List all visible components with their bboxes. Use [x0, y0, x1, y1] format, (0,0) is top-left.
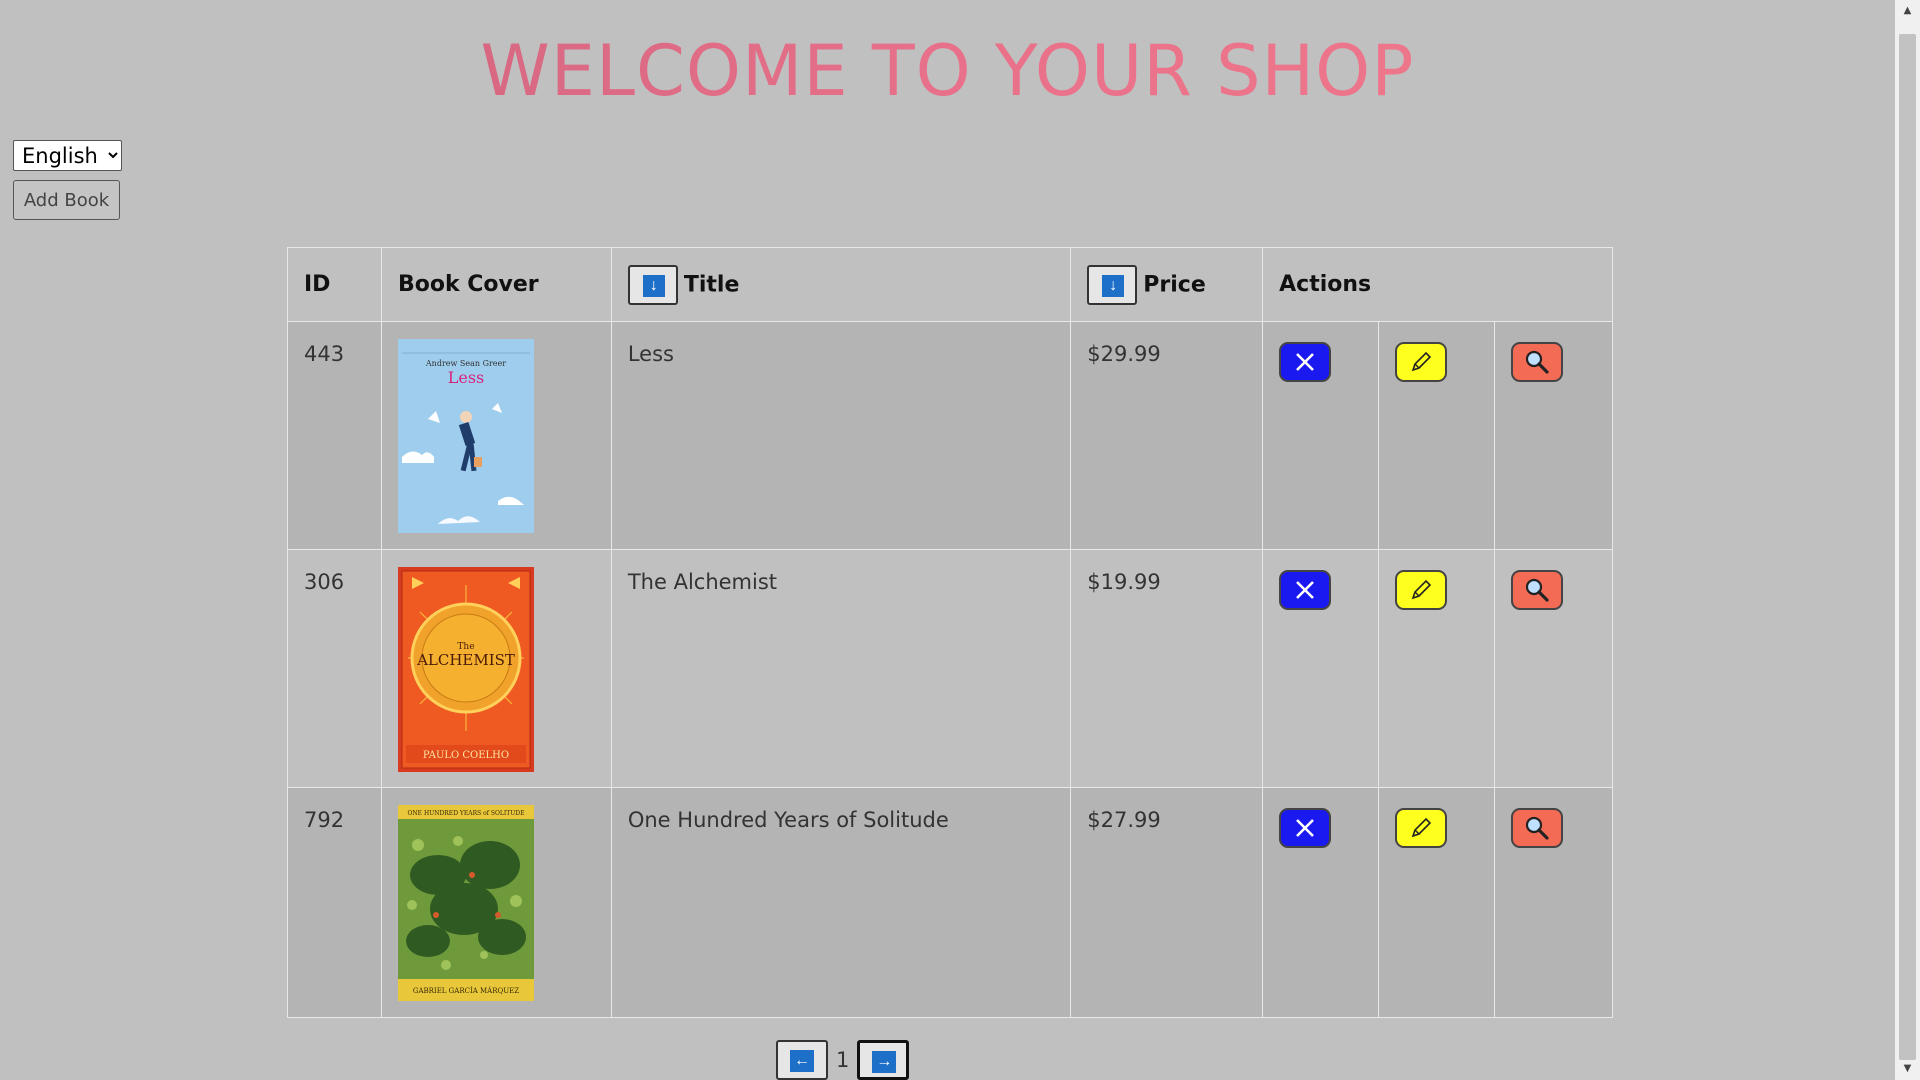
cell-action-view: [1494, 787, 1613, 1018]
cell-id: 306: [287, 549, 382, 788]
cover-title: ONE HUNDRED YEARS of SOLITUDE: [407, 810, 524, 817]
header-cover: Book Cover: [380, 247, 612, 322]
view-button[interactable]: [1511, 570, 1563, 610]
language-select[interactable]: English: [13, 140, 122, 171]
cell-cover: ONE HUNDRED YEARS of SOLITUDE GABRIEL GA…: [380, 787, 612, 1018]
cell-id: 792: [287, 787, 382, 1018]
sort-price-button[interactable]: ↓: [1087, 264, 1138, 305]
cell-cover: Andrew Sean Greer Less: [380, 321, 612, 550]
cell-action-delete: [1262, 787, 1380, 1018]
cover-title: Less: [448, 368, 485, 387]
cell-title: Less: [610, 321, 1072, 550]
table-row: 792 ONE HUNDRED YEARS of SOLITUDE GABRIE…: [287, 787, 1613, 1018]
arrow-down-icon: ↓: [1102, 274, 1125, 297]
page: WELCOME TO YOUR SHOP English Add Book ID…: [0, 0, 1920, 1080]
cell-action-delete: [1262, 321, 1380, 550]
cell-action-edit: [1378, 787, 1495, 1018]
next-page-button[interactable]: →: [857, 1040, 910, 1080]
cell-action-delete: [1262, 549, 1380, 788]
page-title: WELCOME TO YOUR SHOP: [0, 30, 1895, 112]
arrow-down-icon: ↓: [642, 274, 665, 297]
cell-price: $27.99: [1070, 787, 1264, 1018]
book-cover-less: Andrew Sean Greer Less: [397, 339, 534, 533]
cell-action-edit: [1378, 549, 1495, 788]
close-icon: [1296, 353, 1315, 371]
header-title-label: Title: [683, 272, 740, 297]
view-button[interactable]: [1511, 342, 1563, 382]
arrow-left-icon: ←: [790, 1050, 814, 1072]
edit-button[interactable]: [1395, 342, 1448, 382]
books-table: ID Book Cover ↓ Title ↓ Price Actions 44…: [287, 247, 1613, 1018]
header-id: ID: [287, 247, 382, 322]
cover-author: GABRIEL GARCÍA MÁRQUEZ: [413, 986, 519, 995]
cover-author: PAULO COELHO: [423, 750, 509, 761]
cell-action-edit: [1378, 321, 1495, 550]
cover-author: Andrew Sean Greer: [425, 359, 506, 368]
table-row: 306 The ALCHEMIST PAULO COELHO The Alche…: [287, 549, 1613, 788]
table-row: 443 Andrew Sean Greer Less Less $29.99: [287, 321, 1613, 550]
prev-page-button[interactable]: ←: [776, 1040, 828, 1080]
current-page: 1: [836, 1048, 850, 1072]
edit-button[interactable]: [1395, 808, 1448, 848]
cell-cover: The ALCHEMIST PAULO COELHO: [380, 549, 612, 788]
cell-id: 443: [287, 321, 382, 550]
magnifier-icon: [1525, 350, 1549, 374]
vertical-scrollbar[interactable]: ▲ ▼: [1895, 0, 1920, 1080]
scroll-up-icon[interactable]: ▲: [1895, 2, 1920, 20]
delete-button[interactable]: [1279, 808, 1332, 848]
scroll-thumb[interactable]: [1899, 34, 1916, 1060]
pencil-icon: [1411, 579, 1432, 600]
cell-title: One Hundred Years of Solitude: [610, 787, 1072, 1018]
magnifier-icon: [1525, 816, 1549, 840]
header-price: ↓ Price: [1070, 247, 1264, 322]
cell-price: $19.99: [1070, 549, 1264, 788]
delete-button[interactable]: [1279, 570, 1332, 610]
scroll-down-icon[interactable]: ▼: [1895, 1060, 1920, 1078]
sort-title-button[interactable]: ↓: [627, 264, 678, 305]
book-cover-solitude: ONE HUNDRED YEARS of SOLITUDE GABRIEL GA…: [397, 805, 534, 1001]
cell-price: $29.99: [1070, 321, 1264, 550]
cell-action-view: [1494, 321, 1613, 550]
pagination: ← 1 →: [776, 1040, 910, 1080]
pencil-icon: [1411, 351, 1432, 372]
book-cover-alchemist: The ALCHEMIST PAULO COELHO: [397, 567, 534, 772]
delete-button[interactable]: [1279, 342, 1332, 382]
close-icon: [1296, 581, 1315, 599]
pencil-icon: [1411, 817, 1432, 838]
header-price-label: Price: [1143, 272, 1206, 297]
add-book-button[interactable]: Add Book: [13, 180, 120, 220]
cell-action-view: [1494, 549, 1613, 788]
table-header-row: ID Book Cover ↓ Title ↓ Price Actions: [287, 247, 1613, 322]
arrow-right-icon: →: [872, 1051, 897, 1073]
cover-title: ALCHEMIST: [416, 651, 515, 669]
close-icon: [1296, 819, 1315, 837]
edit-button[interactable]: [1395, 570, 1448, 610]
view-button[interactable]: [1511, 808, 1563, 848]
header-actions: Actions: [1262, 247, 1613, 322]
magnifier-icon: [1525, 578, 1549, 602]
cell-title: The Alchemist: [610, 549, 1072, 788]
header-title: ↓ Title: [610, 247, 1072, 322]
